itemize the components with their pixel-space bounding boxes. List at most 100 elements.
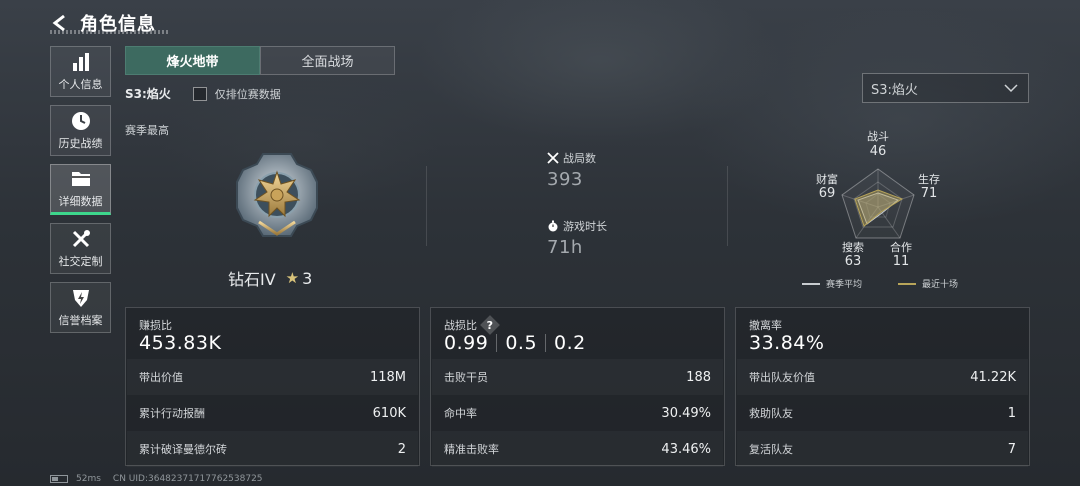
season-best-label: 赛季最高 <box>125 124 169 137</box>
clock-icon <box>71 112 90 130</box>
stat-label: 精准击败率 <box>444 443 499 456</box>
sidebar-item-profile[interactable]: 个人信息 <box>50 46 111 97</box>
card-title: 赚损比 <box>139 319 172 332</box>
sidebar: 个人信息 历史战绩 详细数据 社交定制 信誉档案 <box>50 46 111 341</box>
stat-label: 带出价值 <box>139 371 183 384</box>
rank-display: 钻石IV ★ 3 <box>228 266 312 290</box>
sidebar-item-label: 详细数据 <box>58 195 103 208</box>
card-main-value: 453.83K <box>139 332 222 354</box>
ranked-only-checkbox[interactable] <box>192 86 207 101</box>
radar-label-wealth: 财富 <box>816 173 838 186</box>
tab-full-battlefield[interactable]: 全面战场 <box>260 46 395 75</box>
matches-value: 393 <box>547 169 583 190</box>
stat-row: 救助队友 1 <box>737 395 1028 431</box>
legend-season-average: 赛季平均 <box>802 277 862 290</box>
sidebar-item-label: 历史战绩 <box>58 137 103 150</box>
chevron-down-icon <box>1004 84 1018 93</box>
stat-row: 精准击败率 43.46% <box>432 431 723 467</box>
legend-line <box>802 282 820 285</box>
star-icon: ★ <box>285 269 300 287</box>
radar-label-survival: 生存 <box>918 173 940 186</box>
stat-row: 累计行动报酬 610K <box>127 395 418 431</box>
stat-value: 118M <box>369 369 406 385</box>
radar-value-combat: 46 <box>869 144 887 159</box>
season-dropdown-value: S3:焰火 <box>871 82 918 98</box>
stat-label: 命中率 <box>444 407 477 420</box>
kd-value: 0.99 <box>444 332 489 354</box>
stat-label: 救助队友 <box>749 407 793 420</box>
stat-value: 610K <box>372 405 406 421</box>
matches-stat: 战局数 393 <box>547 150 596 190</box>
sidebar-item-details[interactable]: 详细数据 <box>50 164 111 215</box>
crossed-swords-icon <box>547 152 559 164</box>
card-main-value: 33.84% <box>749 332 825 354</box>
playtime-stat: 游戏时长 71h <box>547 218 607 258</box>
mode-tabs: 烽火地带 全面战场 <box>125 46 395 75</box>
legend-label: 最近十场 <box>922 280 959 290</box>
stat-label: 累计破译曼德尔砖 <box>139 443 227 456</box>
divider <box>426 166 427 246</box>
folder-icon <box>71 172 90 186</box>
card-rows: 带出价值 118M 累计行动报酬 610K 累计破译曼德尔砖 2 <box>127 359 418 467</box>
ranked-only-label: 仅排位赛数据 <box>214 87 281 101</box>
divider <box>496 334 498 352</box>
stat-label: 击败干员 <box>444 371 488 384</box>
tab-hazard-zone[interactable]: 烽火地带 <box>125 46 260 75</box>
kd-value: 0.2 <box>554 332 586 354</box>
sidebar-item-label: 社交定制 <box>58 255 103 268</box>
rank-name: 钻石IV <box>228 270 276 289</box>
stat-value: 1 <box>1007 405 1016 421</box>
radar-value-survival: 71 <box>920 186 938 201</box>
shield-bolt-icon <box>72 290 89 307</box>
stat-row: 带出价值 118M <box>127 359 418 395</box>
stat-row: 击败干员 188 <box>432 359 723 395</box>
stat-row: 命中率 30.49% <box>432 395 723 431</box>
sidebar-item-history[interactable]: 历史战绩 <box>50 105 111 156</box>
card-title: 撤离率 <box>749 319 782 332</box>
tools-icon <box>72 230 90 248</box>
legend-line <box>898 282 916 285</box>
stat-label: 复活队友 <box>749 443 793 456</box>
sidebar-item-label: 个人信息 <box>58 78 103 91</box>
kd-value: 0.5 <box>505 332 538 354</box>
card-rows: 带出队友价值 41.22K 救助队友 1 复活队友 7 <box>737 359 1028 467</box>
radar-label-combat: 战斗 <box>867 130 889 143</box>
playtime-value: 71h <box>547 237 583 258</box>
footer: 52ms CN UID:3648237171776253872​5 <box>50 474 263 484</box>
card-extraction-rate: 撤离率 33.84% 带出队友价值 41.22K 救助队友 1 复活队友 7 <box>735 307 1030 466</box>
stat-value: 41.22K <box>970 369 1016 385</box>
stat-value: 2 <box>397 441 406 457</box>
stat-value: 188 <box>686 369 711 385</box>
playtime-label: 游戏时长 <box>563 220 607 233</box>
divider <box>727 166 728 246</box>
ping-value: 52ms <box>76 474 101 484</box>
legend-recent-ten: 最近十场 <box>898 277 958 290</box>
rank-emblem-icon <box>236 153 318 237</box>
stat-value: 43.46% <box>661 441 711 457</box>
radar-label-search: 搜索 <box>842 241 864 254</box>
radar-label-cooperation: 合作 <box>890 241 912 254</box>
card-profit-ratio: 赚损比 453.83K 带出价值 118M 累计行动报酬 610K 累计破译曼德尔砖… <box>125 307 420 466</box>
card-title: 战损比 ? <box>444 315 500 335</box>
card-kd-ratio: 战损比 ? 0.99 0.5 0.2 击败干员 188 命中率 30.49% 精准击… <box>430 307 725 466</box>
title-underline <box>50 30 170 34</box>
sidebar-item-label: 信誉档案 <box>58 314 103 327</box>
stopwatch-icon <box>548 220 558 232</box>
stat-row: 复活队友 7 <box>737 431 1028 467</box>
matches-label: 战局数 <box>563 152 596 165</box>
bar-chart-icon <box>72 53 89 71</box>
uid-text: CN UID:3648237171776253872​5 <box>112 474 263 484</box>
stat-row: 累计破译曼德尔砖 2 <box>127 431 418 467</box>
stat-label: 累计行动报酬 <box>139 407 205 420</box>
filter-row: S3:焰火 仅排位赛数据 <box>125 85 281 102</box>
card-title-text: 战损比 <box>444 319 477 332</box>
card-rows: 击败干员 188 命中率 30.49% 精准击败率 43.46% <box>432 359 723 467</box>
sidebar-item-social[interactable]: 社交定制 <box>50 223 111 274</box>
legend-label: 赛季平均 <box>826 280 863 290</box>
stat-label: 带出队友价值 <box>749 371 815 384</box>
radar-value-wealth: 69 <box>818 186 836 201</box>
rank-stars: 3 <box>302 268 313 288</box>
sidebar-item-reputation[interactable]: 信誉档案 <box>50 282 111 333</box>
battery-icon <box>50 475 68 483</box>
season-dropdown[interactable]: S3:焰火 <box>862 73 1029 103</box>
